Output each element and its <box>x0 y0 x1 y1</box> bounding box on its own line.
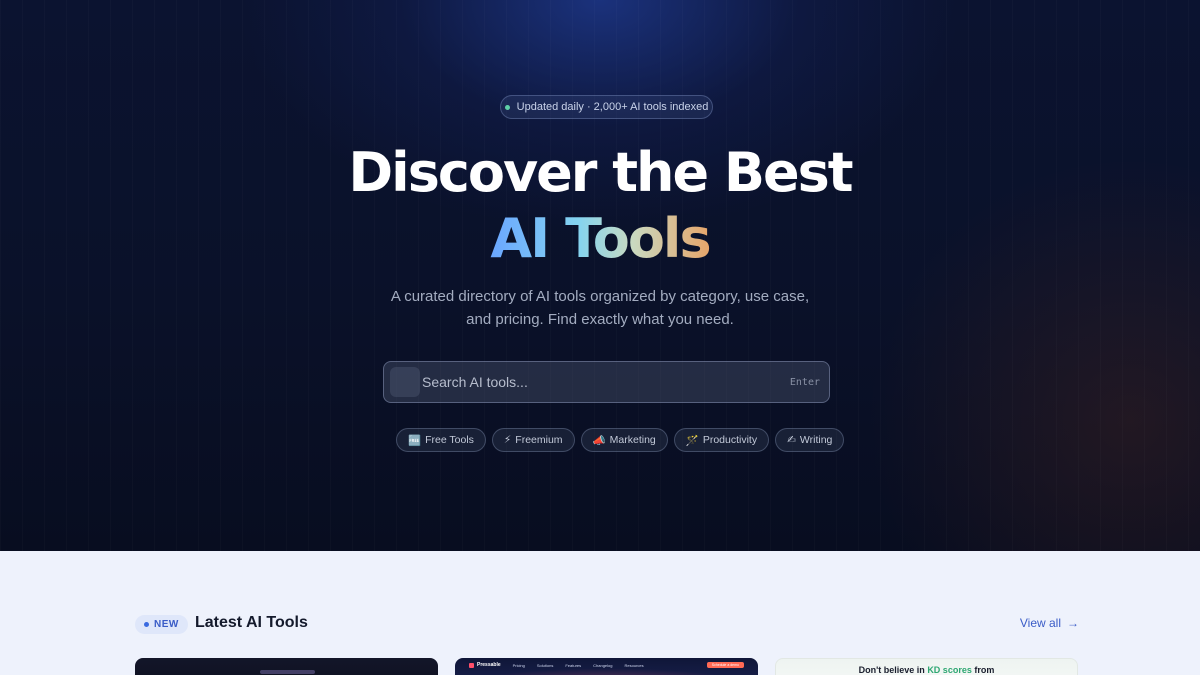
preview-nav-item: Changelog <box>593 662 613 668</box>
preview-nav-item: Features <box>565 662 582 668</box>
brand-logo-icon <box>469 662 474 668</box>
preview-headline: Don't believe in KD scores from <box>776 665 1077 675</box>
hero-subtitle: A curated directory of AI tools organize… <box>350 285 850 331</box>
chip-label: Freemium <box>515 434 563 446</box>
megaphone-icon: 📣 <box>592 434 606 447</box>
preview-highlight: KD scores <box>927 665 972 675</box>
hero-headline: Discover the Best AI Tools <box>0 140 1200 272</box>
category-chips: 🆓 Free Tools ⚡ Freemium 📣 Marketing 🪄 Pr… <box>396 428 845 452</box>
search-bar[interactable]: Enter <box>383 361 830 403</box>
subtitle-line-2: and pricing. Find exactly what you need. <box>466 311 734 328</box>
update-status-badge: Updated daily · 2,000+ AI tools indexed <box>500 95 713 119</box>
latest-tools-section: NEW Latest AI Tools View all → Pressable… <box>0 551 1200 675</box>
chip-productivity[interactable]: 🪄 Productivity <box>673 428 770 452</box>
update-status-text: Updated daily · 2,000+ AI tools indexed <box>516 101 709 113</box>
chip-label: Free Tools <box>425 434 474 446</box>
magic-wand-icon: 🪄 <box>685 434 699 447</box>
view-all-label: View all <box>1019 616 1061 630</box>
search-input[interactable] <box>420 362 790 402</box>
preview-text-b: from <box>971 665 995 675</box>
preview-nav-item: Pricing <box>512 662 525 668</box>
preview-nav-item: Resources <box>624 662 644 668</box>
tool-card-1[interactable] <box>135 658 438 675</box>
section-title: Latest AI Tools <box>195 614 308 631</box>
new-badge: NEW <box>135 615 188 634</box>
free-icon: 🆓 <box>408 434 422 447</box>
preview-bar <box>260 670 315 674</box>
status-dot-icon <box>504 104 510 110</box>
view-all-link[interactable]: View all → <box>1020 616 1079 630</box>
writing-hand-icon: ✍ <box>787 434 796 446</box>
chip-label: Productivity <box>702 434 758 446</box>
new-badge-label: NEW <box>154 619 179 630</box>
chip-writing[interactable]: ✍ Writing <box>775 428 845 452</box>
chip-label: Marketing <box>609 434 656 446</box>
tool-card-3[interactable]: Don't believe in KD scores from <box>775 658 1078 675</box>
arrow-right-icon: → <box>1067 616 1079 630</box>
headline-line-1: Discover the Best <box>348 141 853 204</box>
preview-nav-item: Solutions <box>536 662 554 668</box>
chip-marketing[interactable]: 📣 Marketing <box>580 428 668 452</box>
subtitle-line-1: A curated directory of AI tools organize… <box>390 288 810 305</box>
search-icon <box>390 367 420 397</box>
tool-card-2[interactable]: Pressable Pricing Solutions Features Cha… <box>455 658 758 675</box>
headline-line-2-gradient: AI Tools <box>490 207 711 270</box>
new-dot-icon <box>144 622 149 627</box>
preview-glow <box>455 668 758 675</box>
chip-free-tools[interactable]: 🆓 Free Tools <box>396 428 486 452</box>
enter-shortcut-hint: Enter <box>789 376 820 388</box>
chip-label: Writing <box>799 434 833 446</box>
lightning-icon: ⚡ <box>503 434 512 446</box>
chip-freemium[interactable]: ⚡ Freemium <box>491 428 575 452</box>
preview-text-a: Don't believe in <box>858 665 928 675</box>
hero-section: Updated daily · 2,000+ AI tools indexed … <box>0 0 1200 551</box>
